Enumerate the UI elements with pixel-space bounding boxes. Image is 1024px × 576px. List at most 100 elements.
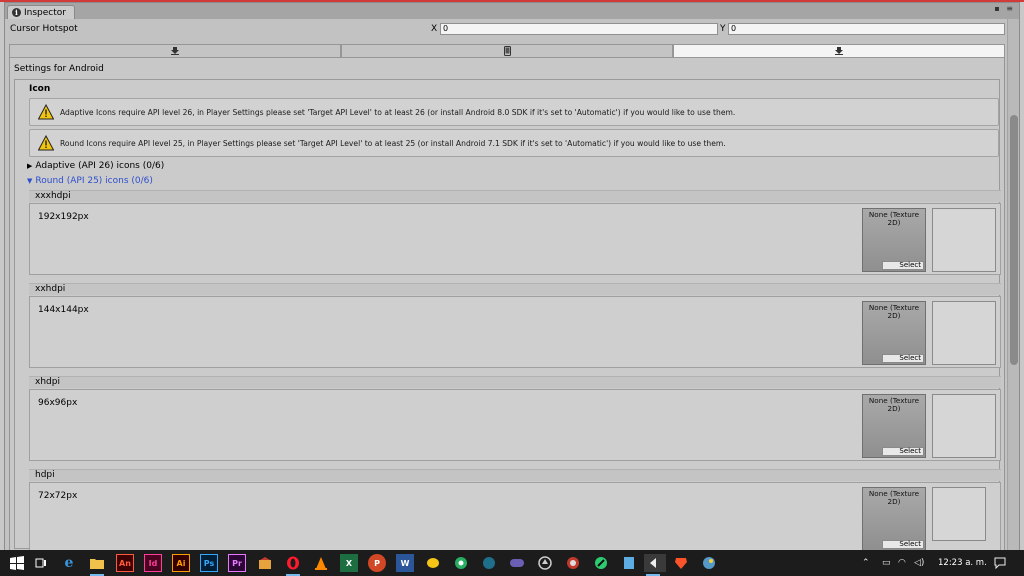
opera-icon[interactable] (284, 554, 302, 576)
unity-glyph-icon (538, 556, 552, 570)
task-view-glyph-icon (35, 558, 46, 568)
tab-platform-mobile[interactable] (341, 44, 673, 58)
texture-slot[interactable]: None (Texture 2D) Select (862, 394, 926, 458)
icon-section: Icon Adaptive Icons require API level 26… (14, 79, 1001, 551)
texture-slot[interactable]: None (Texture 2D) Select (862, 487, 926, 551)
file-explorer-icon[interactable] (88, 554, 106, 576)
word-icon[interactable]: W (396, 554, 414, 572)
hotspot-y-field[interactable]: 0 (728, 23, 1005, 35)
app-glyph-icon (483, 557, 495, 569)
settings-title: Settings for Android (14, 64, 104, 74)
settings-panel: Settings for Android Icon Adaptive Icons… (9, 57, 1005, 551)
tab-inspector-label: Inspector (24, 7, 66, 18)
network-icon[interactable]: ▭ (882, 558, 891, 568)
download-arrow-icon (835, 47, 843, 55)
brave-glyph-icon (675, 558, 687, 569)
excel-icon[interactable]: X (340, 554, 358, 572)
app-glyph-icon (259, 557, 271, 569)
foldout-adaptive-label: Adaptive (API 26) icons (0/6) (35, 161, 165, 171)
app-icon-6[interactable] (564, 554, 582, 572)
texture-none-label: None (Texture 2D) (868, 489, 920, 506)
app-icon-8[interactable] (620, 554, 638, 572)
download-arrow-icon (171, 47, 179, 55)
tray-chevron-icon[interactable]: ⌃ (862, 558, 870, 568)
section-title: Icon (29, 84, 51, 94)
resolution-size: 72x72px (38, 491, 78, 501)
foldout-round-label: Round (API 25) icons (0/6) (35, 176, 153, 186)
app-icon-7[interactable] (592, 554, 610, 572)
texture-none-label: None (Texture 2D) (868, 396, 920, 413)
texture-none-label: None (Texture 2D) (868, 210, 920, 227)
collapsed-arrow-icon: ▶ (27, 162, 33, 170)
resolution-header: xxhdpi (29, 283, 1001, 295)
phone-icon (503, 46, 511, 56)
brave-icon[interactable] (672, 554, 690, 572)
scrollbar-thumb[interactable] (1010, 115, 1018, 365)
unity-icon[interactable] (536, 554, 554, 572)
vertical-scrollbar[interactable] (1007, 19, 1019, 551)
taskbar-clock[interactable]: 12:23 a. m. (938, 558, 987, 568)
texture-select-button[interactable]: Select (882, 261, 924, 270)
powerpoint-icon[interactable]: P (368, 554, 386, 572)
warning-box: Round Icons require API level 25, in Pla… (29, 129, 999, 157)
hotspot-x-field[interactable]: 0 (440, 23, 718, 35)
volume-icon[interactable]: ◁) (914, 558, 924, 568)
foldout-round-icons[interactable]: ▼ Round (API 25) icons (0/6) (27, 176, 153, 186)
texture-slot[interactable]: None (Texture 2D) Select (862, 301, 926, 365)
texture-select-button[interactable]: Select (882, 354, 924, 363)
wifi-icon[interactable]: ◠ (898, 558, 906, 568)
icon-preview (932, 301, 996, 365)
icon-preview (932, 208, 996, 272)
app-glyph-icon (703, 557, 715, 569)
app-glyph-icon (510, 559, 524, 567)
illustrator-icon[interactable]: Ai (172, 554, 190, 572)
app-icon-5[interactable] (508, 554, 526, 572)
inspector-content: Cursor Hotspot X 0 Y 0 Settings for Andr… (5, 19, 1009, 551)
foldout-adaptive-icons[interactable]: ▶ Adaptive (API 26) icons (0/6) (27, 161, 164, 171)
texture-slot[interactable]: None (Texture 2D) Select (862, 208, 926, 272)
taskbar: e An Id Ai Ps Pr X P W ⌃ ▭ ◠ ◁) 12:23 a.… (0, 550, 1024, 576)
tab-platform-standalone[interactable] (9, 44, 341, 58)
animate-icon[interactable]: An (116, 554, 134, 572)
tab-platform-android[interactable] (673, 44, 1005, 58)
info-icon: i (12, 8, 21, 17)
resolution-row: 144x144px None (Texture 2D) Select (29, 296, 1001, 368)
task-view-icon[interactable] (32, 554, 50, 572)
unity-glyph-icon (650, 558, 656, 568)
cone-icon (315, 557, 327, 570)
hotspot-y-label: Y (720, 24, 726, 34)
icon-preview (932, 487, 986, 541)
unity-editor-icon[interactable] (644, 554, 666, 576)
vlc-icon[interactable] (312, 554, 330, 572)
cursor-hotspot-label: Cursor Hotspot (10, 24, 78, 34)
app-icon-9[interactable] (700, 554, 718, 572)
hotspot-x-label: X (431, 24, 438, 34)
warning-icon (38, 135, 54, 151)
premiere-icon[interactable]: Pr (228, 554, 246, 572)
inspector-window: i Inspector ▪ ≡ Cursor Hotspot X 0 Y 0 S… (4, 2, 1020, 551)
opera-glyph-icon (287, 556, 299, 570)
app-icon[interactable] (256, 554, 274, 572)
warning-text: Adaptive Icons require API level 26, in … (60, 107, 736, 117)
warning-box: Adaptive Icons require API level 26, in … (29, 98, 999, 126)
resolution-header: xhdpi (29, 376, 1001, 388)
app-glyph-icon (427, 558, 439, 568)
window-menu-icon[interactable]: ▪ ≡ (994, 4, 1015, 13)
icon-preview (932, 394, 996, 458)
app-glyph-icon (595, 557, 607, 569)
app-glyph-icon (567, 557, 579, 569)
windows-logo-icon (10, 556, 24, 570)
texture-select-button[interactable]: Select (882, 447, 924, 456)
notifications-icon[interactable] (994, 557, 1006, 569)
app-icon-4[interactable] (480, 554, 498, 572)
app-icon-2[interactable] (424, 554, 442, 572)
app-icon-3[interactable] (452, 554, 470, 572)
texture-select-button[interactable]: Select (882, 540, 924, 549)
platform-tabs (9, 44, 1005, 58)
indesign-icon[interactable]: Id (144, 554, 162, 572)
tab-inspector[interactable]: i Inspector (7, 5, 75, 19)
resolution-size: 144x144px (38, 305, 89, 315)
photoshop-icon[interactable]: Ps (200, 554, 218, 572)
edge-icon[interactable]: e (60, 554, 78, 572)
start-icon[interactable] (8, 554, 26, 572)
